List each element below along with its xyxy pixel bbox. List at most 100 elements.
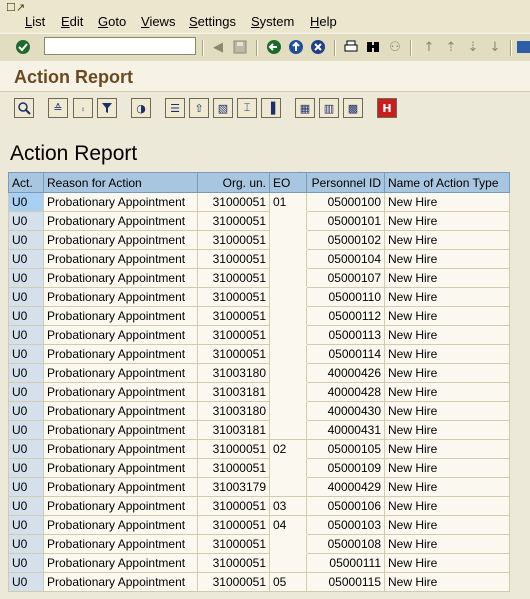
menu-views[interactable]: Views	[141, 14, 175, 29]
cell-org-unit[interactable]: 31000051	[197, 268, 270, 288]
cell-eo[interactable]	[269, 268, 307, 288]
cell-act[interactable]: U0	[8, 572, 44, 592]
cell-personnel-id[interactable]: 40000430	[306, 401, 385, 421]
cell-personnel-id[interactable]: 40000428	[306, 382, 385, 402]
command-field[interactable]	[44, 37, 196, 55]
select-layout-icon[interactable]: ▥	[319, 98, 339, 118]
cell-act[interactable]: U0	[8, 363, 44, 383]
table-row[interactable]: U0 Probationary Appointment 31000051 050001…	[8, 268, 510, 288]
table-row[interactable]: U0 Probationary Appointment 31003181 400004…	[8, 382, 510, 402]
cell-personnel-id[interactable]: 05000103	[306, 515, 385, 535]
cell-eo[interactable]: 01	[269, 192, 307, 212]
cell-act[interactable]: U0	[8, 553, 44, 573]
cell-action-type-name[interactable]: New Hire	[384, 306, 510, 326]
cell-reason[interactable]: Probationary Appointment	[43, 572, 198, 592]
cell-eo[interactable]: 03	[269, 496, 307, 516]
cell-act[interactable]: U0	[8, 306, 44, 326]
cell-eo[interactable]	[269, 458, 307, 478]
column-header-org-unit[interactable]: Org. un.	[197, 172, 270, 193]
cell-personnel-id[interactable]: 05000112	[306, 306, 385, 326]
cell-action-type-name[interactable]: New Hire	[384, 325, 510, 345]
cell-personnel-id[interactable]: 05000109	[306, 458, 385, 478]
cell-act[interactable]: U0	[8, 344, 44, 364]
cell-act[interactable]: U0	[8, 515, 44, 535]
cell-act[interactable]: U0	[8, 477, 44, 497]
cell-action-type-name[interactable]: New Hire	[384, 572, 510, 592]
cell-reason[interactable]: Probationary Appointment	[43, 325, 198, 345]
cell-act[interactable]: U0	[8, 287, 44, 307]
cell-org-unit[interactable]: 31000051	[197, 534, 270, 554]
cell-action-type-name[interactable]: New Hire	[384, 382, 510, 402]
table-row[interactable]: U0 Probationary Appointment 31000051 02 0500…	[8, 439, 510, 459]
cell-eo[interactable]: 05	[269, 572, 307, 592]
cell-action-type-name[interactable]: New Hire	[384, 249, 510, 269]
save-icon[interactable]	[231, 38, 249, 56]
cell-personnel-id[interactable]: 05000107	[306, 268, 385, 288]
table-row[interactable]: U0 Probationary Appointment 31000051 050001…	[8, 534, 510, 554]
cell-act[interactable]: U0	[8, 211, 44, 231]
cell-action-type-name[interactable]: New Hire	[384, 477, 510, 497]
cell-act[interactable]: U0	[8, 496, 44, 516]
table-row[interactable]: U0 Probationary Appointment 31000051 050001…	[8, 344, 510, 364]
cell-eo[interactable]	[269, 211, 307, 231]
table-row[interactable]: U0 Probationary Appointment 31000051 050001…	[8, 287, 510, 307]
cell-reason[interactable]: Probationary Appointment	[43, 211, 198, 231]
menu-goto[interactable]: Goto	[98, 14, 126, 29]
cell-reason[interactable]: Probationary Appointment	[43, 477, 198, 497]
table-row[interactable]: U0 Probationary Appointment 31000051 03 0500…	[8, 496, 510, 516]
export-icon[interactable]: ☰	[165, 98, 185, 118]
cell-personnel-id[interactable]: 05000115	[306, 572, 385, 592]
change-layout-icon[interactable]: ▦	[295, 98, 315, 118]
cell-action-type-name[interactable]: New Hire	[384, 230, 510, 250]
cell-personnel-id[interactable]: 05000102	[306, 230, 385, 250]
cell-eo[interactable]	[269, 249, 307, 269]
cell-org-unit[interactable]: 31003180	[197, 401, 270, 421]
cell-reason[interactable]: Probationary Appointment	[43, 249, 198, 269]
cell-org-unit[interactable]: 31003179	[197, 477, 270, 497]
table-row[interactable]: U0 Probationary Appointment 31000051 050001…	[8, 325, 510, 345]
local-file-icon[interactable]: ⌶	[237, 98, 257, 118]
cell-reason[interactable]: Probationary Appointment	[43, 534, 198, 554]
cell-act[interactable]: U0	[8, 230, 44, 250]
cell-reason[interactable]: Probationary Appointment	[43, 458, 198, 478]
cell-eo[interactable]	[269, 382, 307, 402]
exit-icon[interactable]	[287, 38, 305, 56]
table-row[interactable]: U0 Probationary Appointment 31003181 400004…	[8, 420, 510, 440]
total-icon[interactable]: ◑	[131, 98, 151, 118]
column-header-eo[interactable]: EO	[269, 172, 307, 193]
cell-personnel-id[interactable]: 40000426	[306, 363, 385, 383]
back-icon[interactable]	[265, 38, 283, 56]
cell-act[interactable]: U0	[8, 420, 44, 440]
cell-reason[interactable]: Probationary Appointment	[43, 420, 198, 440]
cell-act[interactable]: U0	[8, 439, 44, 459]
table-row[interactable]: U0 Probationary Appointment 31003179 400004…	[8, 477, 510, 497]
table-row[interactable]: U0 Probationary Appointment 31000051 050001…	[8, 211, 510, 231]
column-header-personnel-id[interactable]: Personnel ID	[306, 172, 385, 193]
column-header-action-type-name[interactable]: Name of Action Type	[384, 172, 510, 193]
cell-personnel-id[interactable]: 40000429	[306, 477, 385, 497]
cell-action-type-name[interactable]: New Hire	[384, 458, 510, 478]
cell-act[interactable]: U0	[8, 401, 44, 421]
cell-personnel-id[interactable]: 05000108	[306, 534, 385, 554]
column-header-act[interactable]: Act.	[8, 172, 44, 193]
collapse-icon[interactable]: ◀	[209, 38, 227, 56]
menu-edit[interactable]: Edit	[61, 14, 83, 29]
cell-action-type-name[interactable]: New Hire	[384, 534, 510, 554]
cell-org-unit[interactable]: 31003181	[197, 420, 270, 440]
cell-org-unit[interactable]: 31000051	[197, 249, 270, 269]
abc-analysis-icon[interactable]: ▐	[261, 98, 281, 118]
sort-descending-icon[interactable]: ⨾	[73, 98, 93, 118]
cell-eo[interactable]	[269, 363, 307, 383]
cell-act[interactable]: U0	[8, 534, 44, 554]
cell-personnel-id[interactable]: 40000431	[306, 420, 385, 440]
cell-reason[interactable]: Probationary Appointment	[43, 401, 198, 421]
cell-eo[interactable]	[269, 477, 307, 497]
spreadsheet-icon[interactable]: ▧	[213, 98, 233, 118]
cell-org-unit[interactable]: 31000051	[197, 325, 270, 345]
cell-eo[interactable]: 04	[269, 515, 307, 535]
cell-reason[interactable]: Probationary Appointment	[43, 496, 198, 516]
cell-action-type-name[interactable]: New Hire	[384, 439, 510, 459]
find-icon[interactable]	[364, 38, 382, 56]
new-session-icon[interactable]	[516, 38, 530, 56]
cell-reason[interactable]: Probationary Appointment	[43, 230, 198, 250]
